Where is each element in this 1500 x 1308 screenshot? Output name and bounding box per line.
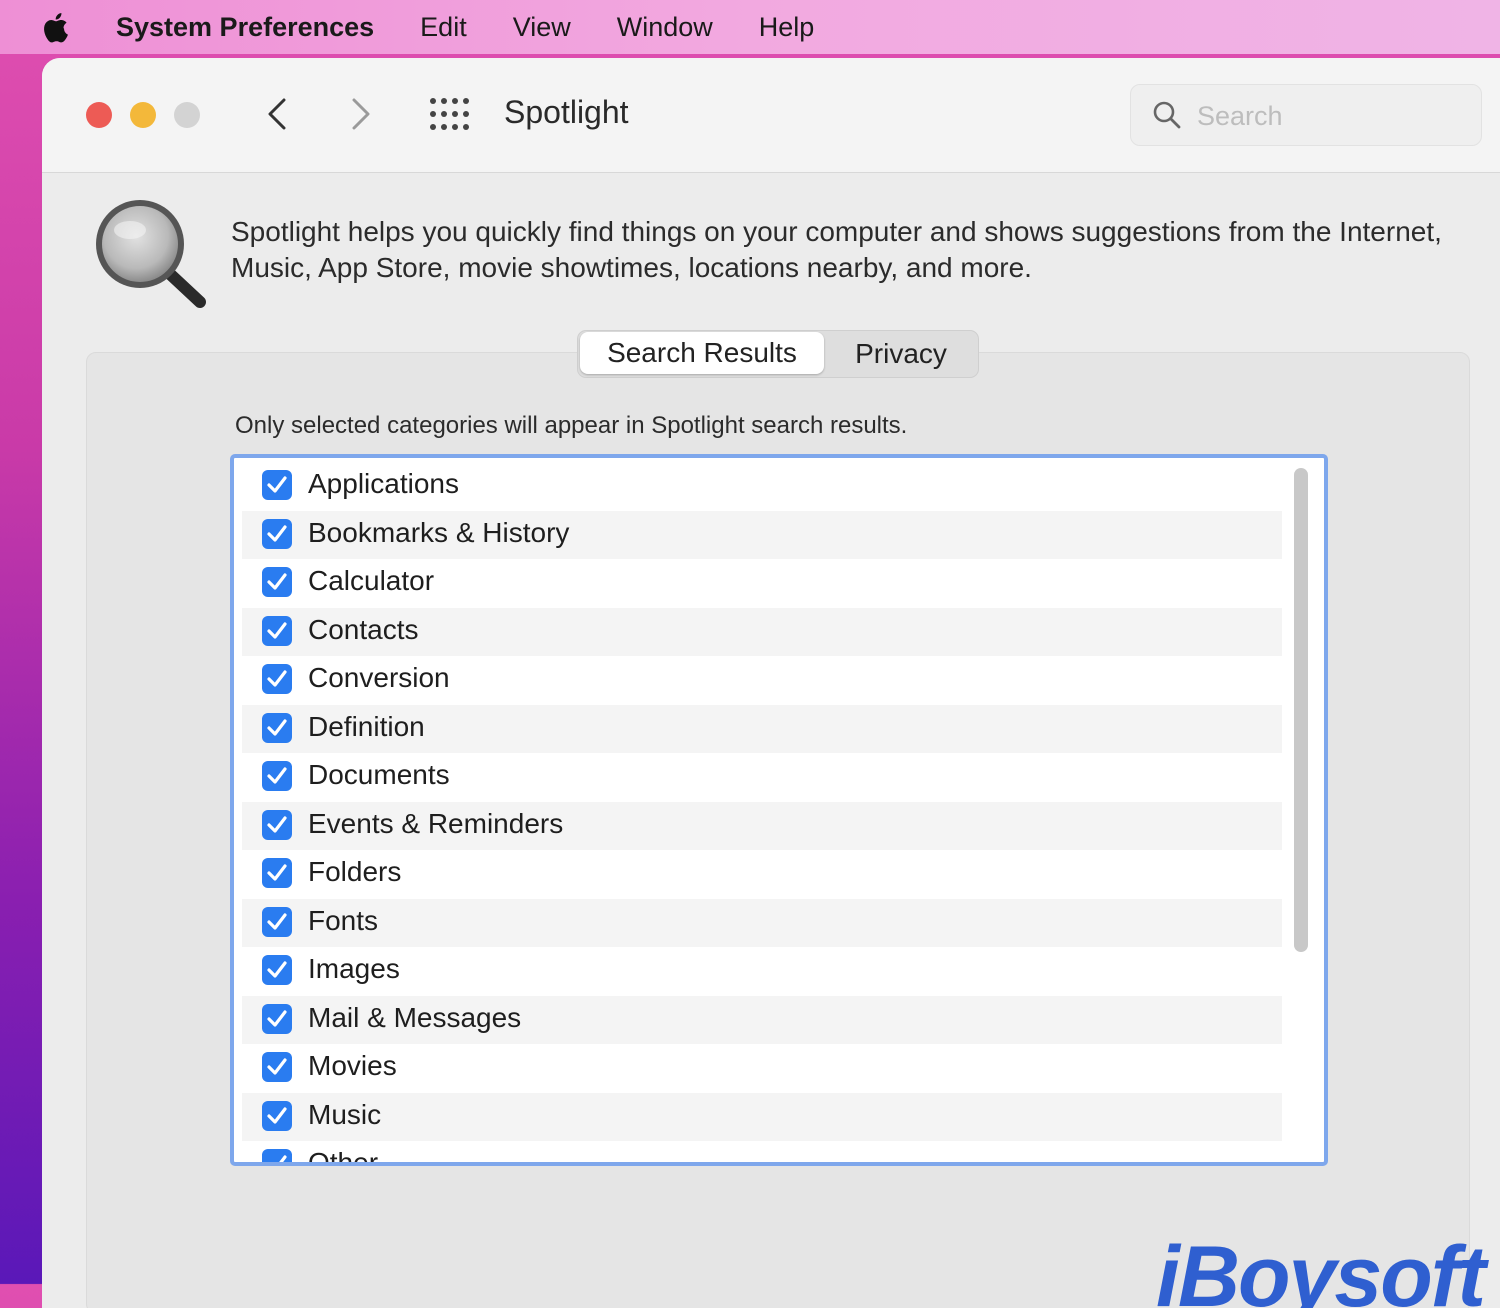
- checkmark-icon: [267, 476, 287, 493]
- category-checkbox[interactable]: [262, 1149, 292, 1162]
- list-item[interactable]: Mail & Messages: [242, 995, 1282, 1044]
- category-checkbox[interactable]: [262, 1003, 292, 1034]
- list-item[interactable]: Folders: [242, 850, 1282, 898]
- categories-list[interactable]: Other Music Movies Mail & Messages Images Fon…: [230, 454, 1328, 1166]
- category-label: Definition: [308, 710, 425, 742]
- checkmark-icon: [267, 1106, 287, 1124]
- title-bar: Spotlight: [42, 58, 1500, 173]
- checkmark-icon: [267, 815, 287, 833]
- list-item[interactable]: Movies: [242, 1044, 1282, 1092]
- menu-window[interactable]: Window: [617, 12, 713, 43]
- category-label: Contacts: [308, 613, 419, 645]
- category-label: Fonts: [308, 904, 379, 936]
- category-checkbox[interactable]: [262, 664, 292, 694]
- chevron-left-icon[interactable]: [258, 94, 298, 134]
- list-item[interactable]: Music: [242, 1092, 1282, 1141]
- list-item[interactable]: Fonts: [242, 898, 1282, 947]
- category-checkbox[interactable]: [262, 567, 292, 597]
- category-checkbox[interactable]: [262, 518, 292, 549]
- checkmark-icon: [267, 912, 287, 930]
- category-label: Music: [308, 1098, 382, 1130]
- search-input[interactable]: [1195, 95, 1469, 137]
- category-label: Images: [308, 953, 400, 984]
- category-label: Other: [308, 1147, 379, 1166]
- checkmark-icon: [267, 767, 287, 784]
- menu-view[interactable]: View: [513, 12, 571, 43]
- checkmark-icon: [267, 1058, 287, 1075]
- category-checkbox[interactable]: [262, 906, 292, 937]
- close-button[interactable]: [86, 102, 112, 128]
- category-checkbox[interactable]: [262, 470, 292, 500]
- minimize-button[interactable]: [130, 102, 156, 128]
- menu-app-name[interactable]: System Preferences: [116, 12, 374, 43]
- tab-privacy[interactable]: Privacy: [828, 331, 974, 377]
- checkmark-icon: [267, 670, 287, 687]
- menu-bar: System Preferences Edit View Window Help: [0, 0, 1500, 54]
- category-label: Movies: [308, 1050, 397, 1081]
- list-item[interactable]: Applications: [242, 462, 1282, 510]
- category-label: Bookmarks & History: [308, 516, 570, 548]
- chevron-right-icon[interactable]: [340, 94, 380, 134]
- magnifier-icon: [1153, 101, 1181, 129]
- category-checkbox[interactable]: [262, 1052, 292, 1082]
- menu-edit[interactable]: Edit: [420, 12, 467, 43]
- category-label: Calculator: [308, 565, 435, 596]
- list-item[interactable]: Events & Reminders: [242, 801, 1282, 850]
- list-item[interactable]: Other: [242, 1141, 1282, 1166]
- category-label: Conversion: [308, 662, 450, 693]
- tab-bar: Search Results Privacy: [577, 330, 979, 378]
- tab-search-results[interactable]: Search Results: [580, 332, 824, 374]
- checkmark-icon: [267, 621, 287, 639]
- list-item[interactable]: Conversion: [242, 656, 1282, 704]
- spotlight-description: Spotlight helps you quickly find things …: [231, 216, 1442, 283]
- list-item[interactable]: Bookmarks & History: [242, 510, 1282, 559]
- spotlight-magnifier-icon: [96, 200, 206, 308]
- category-checkbox[interactable]: [262, 955, 292, 985]
- category-label: Applications: [308, 468, 459, 499]
- categories-hint: Only selected categories will appear in …: [235, 412, 908, 439]
- list-item[interactable]: Definition: [242, 704, 1282, 753]
- category-label: Mail & Messages: [308, 1001, 522, 1033]
- list-item[interactable]: Images: [242, 947, 1282, 995]
- checkmark-icon: [267, 573, 287, 590]
- category-checkbox[interactable]: [262, 1100, 292, 1131]
- list-item[interactable]: Documents: [242, 753, 1282, 801]
- list-scrollbar[interactable]: [1294, 468, 1308, 952]
- apple-logo-icon[interactable]: [40, 9, 74, 45]
- category-checkbox[interactable]: [262, 615, 292, 646]
- iboysoft-watermark-logo: iBoysoft: [1156, 1229, 1491, 1308]
- checkmark-icon: [267, 864, 287, 881]
- list-item[interactable]: Calculator: [242, 559, 1282, 607]
- category-label: Events & Reminders: [308, 807, 564, 839]
- checkmark-icon: [267, 1009, 287, 1027]
- svg-text:iBoysoft: iBoysoft: [1156, 1229, 1489, 1308]
- list-item[interactable]: Contacts: [242, 607, 1282, 656]
- checkmark-icon: [267, 524, 287, 542]
- category-checkbox[interactable]: [262, 761, 292, 791]
- category-checkbox[interactable]: [262, 712, 292, 743]
- category-label: Folders: [308, 856, 402, 887]
- menu-help[interactable]: Help: [759, 12, 815, 43]
- preferences-window: Spotlight Spotlight helps you quickly fi…: [42, 58, 1500, 1308]
- category-label: Documents: [308, 759, 450, 790]
- show-all-grid-icon[interactable]: [428, 96, 472, 132]
- window-title: Spotlight: [504, 94, 629, 130]
- checkmark-icon: [267, 718, 287, 736]
- category-checkbox[interactable]: [262, 809, 292, 840]
- search-field[interactable]: [1130, 84, 1482, 146]
- checkmark-icon: [267, 961, 287, 978]
- zoom-button[interactable]: [174, 102, 200, 128]
- checkmark-icon: [279, 1155, 287, 1162]
- category-checkbox[interactable]: [262, 858, 292, 888]
